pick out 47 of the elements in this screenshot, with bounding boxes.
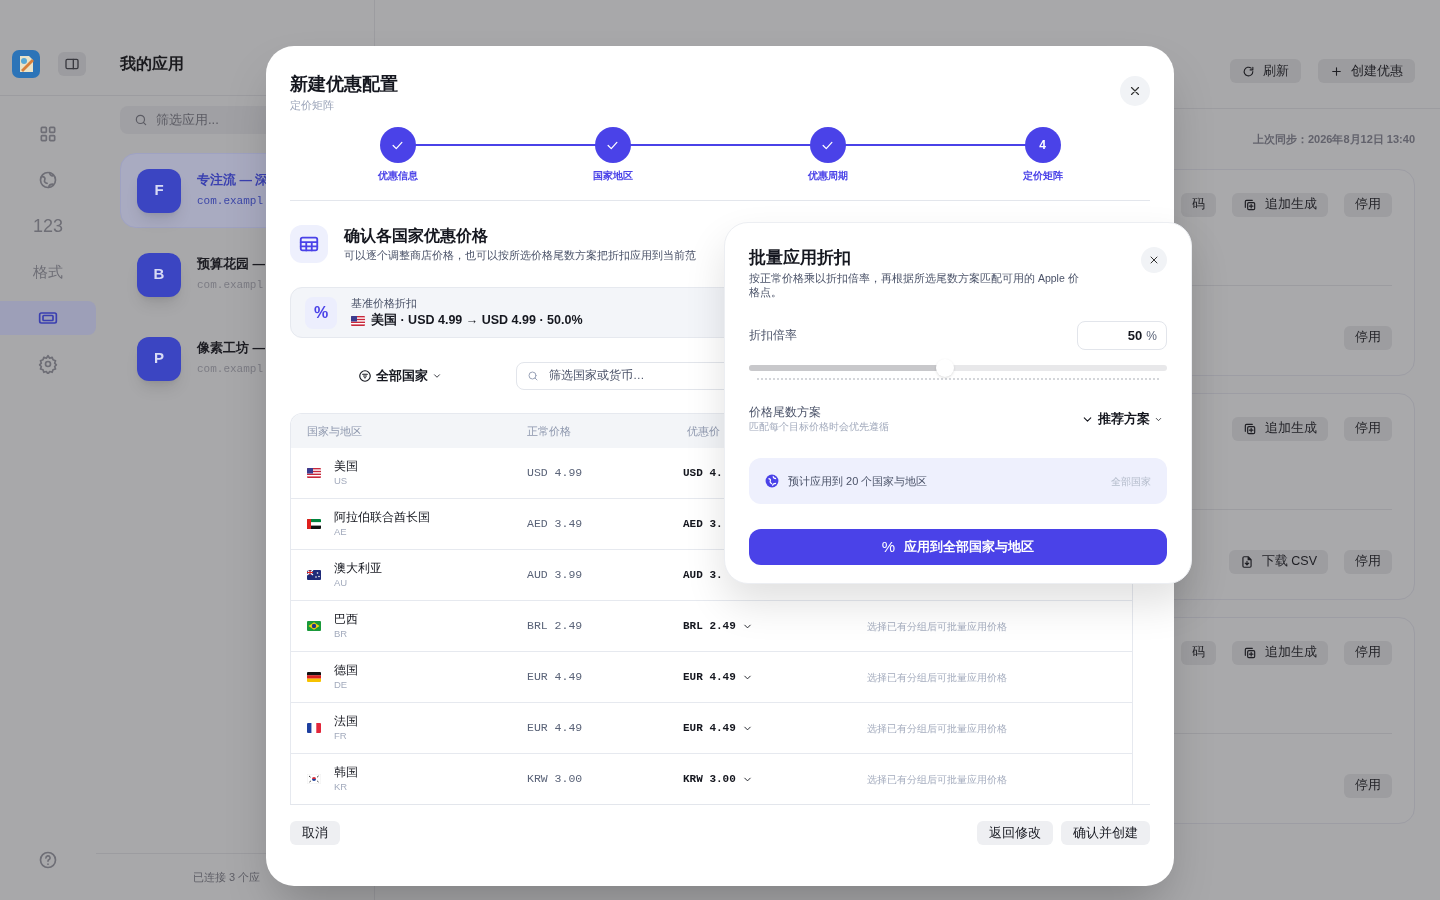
footer-status: 已连接 3 个应	[193, 869, 261, 885]
country-name: 美国	[334, 459, 358, 474]
app-avatar: P	[137, 336, 181, 381]
app-name: 像素工坊 —	[197, 340, 265, 358]
column-header: 优惠价	[687, 423, 720, 439]
step-label: 优惠周期	[807, 169, 848, 183]
rounding-label: 价格尾数方案	[749, 405, 822, 420]
country-code: AU	[334, 576, 349, 590]
country-name: 阿拉伯联合酋长国	[334, 510, 430, 525]
batch-hint: 选择已有分组后可批量应用价格	[867, 670, 1008, 685]
dialog-subtitle: 定价矩阵	[290, 98, 334, 112]
batch-hint: 选择已有分组后可批量应用价格	[867, 619, 1008, 634]
batch-hint: 选择已有分组后可批量应用价格	[867, 721, 1008, 736]
country-name: 韩国	[334, 765, 358, 780]
country-code: AE	[334, 525, 348, 539]
base-label: 基准价格折扣	[351, 295, 418, 311]
country-name: 德国	[334, 663, 358, 678]
country-name: 澳大利亚	[334, 561, 382, 576]
app-avatar: F	[137, 168, 181, 213]
page-title: 我的应用	[120, 53, 184, 74]
section-description: 可以逐个调整商店价格，也可以按所选价格尾数方案把折扣应用到当前范	[344, 248, 696, 263]
country-code: KR	[334, 780, 349, 794]
batch-hint: 选择已有分组后可批量应用价格	[867, 772, 1008, 787]
step-label: 国家地区	[592, 169, 633, 183]
bundle-id: com.exampl	[197, 194, 264, 210]
popover-description: 按正常价格乘以折扣倍率，再根据所选尾数方案匹配可用的 Apple 价格点。	[749, 271, 1079, 299]
country-code: BR	[334, 627, 349, 641]
country-code: DE	[334, 678, 349, 692]
column-header: 国家与地区	[307, 423, 362, 439]
base-value: 美国 · USD 4.99 → USD 4.99 · 50.0%	[371, 311, 583, 330]
rate-label: 折扣倍率	[749, 327, 797, 343]
rounding-hint: 匹配每个目标价格时会优先遵循	[749, 420, 889, 434]
percent-tile: %	[305, 296, 337, 329]
app-name: 预算花园 —	[197, 256, 265, 274]
popover-title: 批量应用折扣	[749, 247, 851, 269]
dialog-title: 新建优惠配置	[290, 73, 398, 96]
country-code: FR	[334, 729, 348, 743]
step-label: 优惠信息	[377, 169, 418, 183]
section-title: 确认各国家优惠价格	[344, 226, 489, 246]
scope-text: 预计应用到 20 个国家与地区	[788, 473, 928, 489]
country-code: US	[334, 474, 349, 488]
country-name: 法国	[334, 714, 358, 729]
step-label: 定价矩阵	[1022, 169, 1063, 183]
app-avatar: B	[137, 252, 181, 297]
country-name: 巴西	[334, 612, 358, 627]
sync-time: 上次同步：2026年8月12日 13:40	[1253, 132, 1415, 147]
column-header: 正常价格	[527, 423, 571, 439]
